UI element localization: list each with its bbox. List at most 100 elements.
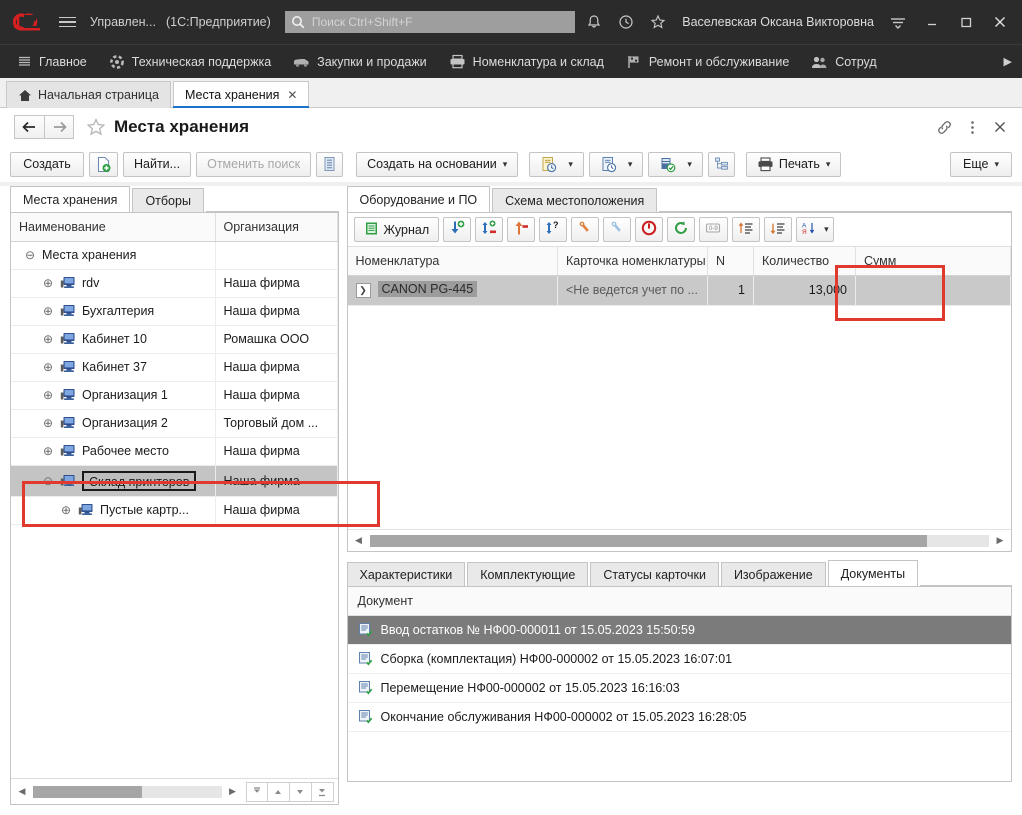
- cell-name[interactable]: ⊕rdv: [11, 269, 215, 297]
- list-item[interactable]: Сборка (комплектация) НФ00-000002 от 15.…: [348, 644, 1012, 673]
- report-export-button[interactable]: ▾: [648, 152, 703, 177]
- tab-storage-locations-list[interactable]: Места хранения: [10, 186, 130, 212]
- table-row[interactable]: ❯CANON PG-445<Не ведется учет по ...113,…: [348, 275, 1011, 305]
- next-record-button[interactable]: [290, 782, 312, 802]
- receive-in-button[interactable]: [443, 217, 471, 242]
- column-header-organization[interactable]: Организация: [215, 213, 337, 241]
- stop-button[interactable]: [635, 217, 663, 242]
- cell-organization[interactable]: Наша фирма: [215, 269, 337, 297]
- tab-close-icon[interactable]: ✕: [287, 88, 297, 102]
- forward-button[interactable]: [44, 115, 74, 139]
- row-expander-icon[interactable]: ⊕: [41, 360, 55, 374]
- cell-organization[interactable]: Наша фирма: [215, 496, 337, 524]
- cell-organization[interactable]: Наша фирма: [215, 465, 337, 496]
- tab-equipment-and-software[interactable]: Оборудование и ПО: [347, 186, 491, 212]
- menu-item-purchases-sales[interactable]: Закупки и продажи: [282, 45, 438, 79]
- table-row[interactable]: ⊕Организация 2Торговый дом ...: [11, 409, 337, 437]
- cell-organization[interactable]: Наша фирма: [215, 353, 337, 381]
- column-header-quantity[interactable]: Количество: [754, 247, 856, 275]
- cell-name[interactable]: ⊕Организация 1: [11, 381, 215, 409]
- row-expander-icon[interactable]: ❯: [356, 283, 371, 298]
- cell-document[interactable]: Сборка (комплектация) НФ00-000002 от 15.…: [348, 644, 1012, 673]
- repair-button[interactable]: [603, 217, 631, 242]
- cell-organization[interactable]: Торговый дом ...: [215, 409, 337, 437]
- 1c-logo-icon[interactable]: 1: [12, 11, 46, 33]
- issue-out-button[interactable]: [507, 217, 535, 242]
- column-header-card[interactable]: Карточка номенклатуры: [558, 247, 708, 275]
- repair-start-button[interactable]: [571, 217, 599, 242]
- global-search-box[interactable]: [285, 11, 575, 33]
- cell-organization[interactable]: Наша фирма: [215, 381, 337, 409]
- hierarchy-button[interactable]: [708, 152, 735, 177]
- back-button[interactable]: [14, 115, 44, 139]
- menu-lines-icon[interactable]: [884, 8, 912, 36]
- tab-documents[interactable]: Документы: [828, 560, 918, 586]
- tab-storage-locations[interactable]: Места хранения ✕: [173, 81, 310, 108]
- cell-name[interactable]: ⊕Пустые картр...: [11, 496, 215, 524]
- cell-name[interactable]: ⊖Места хранения: [11, 241, 215, 269]
- documents-box[interactable]: Документ Ввод остатков № НФ00-000011 от …: [347, 586, 1013, 782]
- list-item[interactable]: Ввод остатков № НФ00-000011 от 15.05.202…: [348, 615, 1012, 644]
- journal-button[interactable]: Журнал: [354, 217, 440, 242]
- tab-filters[interactable]: Отборы: [132, 188, 204, 212]
- favorites-star-icon[interactable]: [644, 8, 672, 36]
- first-record-button[interactable]: [246, 782, 268, 802]
- cancel-find-button[interactable]: Отменить поиск: [196, 152, 311, 177]
- row-expander-icon[interactable]: ⊖: [23, 248, 37, 262]
- column-header-sum[interactable]: Сумм: [856, 247, 1011, 275]
- column-header-document[interactable]: Документ: [348, 587, 1012, 615]
- report-history-button[interactable]: ▾: [589, 152, 644, 177]
- last-record-button[interactable]: [312, 782, 334, 802]
- table-row[interactable]: ⊕БухгалтерияНаша фирма: [11, 297, 337, 325]
- create-based-on-button[interactable]: Создать на основании ▾: [356, 152, 518, 177]
- tab-card-statuses[interactable]: Статусы карточки: [590, 562, 719, 586]
- cell-name[interactable]: ⊖ Склад принтеров: [11, 465, 215, 496]
- create-group-button[interactable]: [89, 152, 118, 177]
- print-button[interactable]: Печать ▾: [746, 152, 841, 177]
- more-button[interactable]: Еще ▾: [950, 152, 1012, 177]
- menu-item-repair-service[interactable]: Ремонт и обслуживание: [615, 45, 800, 79]
- row-expander-icon[interactable]: ⊕: [41, 444, 55, 458]
- equipment-table-area[interactable]: Номенклатура Карточка номенклатуры N Кол…: [348, 247, 1012, 529]
- table-row[interactable]: ⊕Организация 1Наша фирма: [11, 381, 337, 409]
- row-expander-icon[interactable]: ⊕: [41, 388, 55, 402]
- sort-up-button[interactable]: [732, 217, 760, 242]
- row-expander-icon[interactable]: ⊕: [41, 304, 55, 318]
- cell-document[interactable]: Ввод остатков № НФ00-000011 от 15.05.202…: [348, 615, 1012, 644]
- cell-n[interactable]: 1: [708, 275, 754, 305]
- tab-home-page[interactable]: Начальная страница: [6, 81, 171, 108]
- kebab-menu-icon[interactable]: [958, 113, 986, 141]
- cell-document[interactable]: Окончание обслуживания НФ00-000002 от 15…: [348, 702, 1012, 731]
- cell-organization[interactable]: Ромашка ООО: [215, 325, 337, 353]
- table-row[interactable]: ⊕Кабинет 10Ромашка ОООА: [11, 325, 337, 353]
- table-row[interactable]: ⊖ Склад принтеров Наша фирма: [11, 465, 337, 496]
- cell-organization[interactable]: [215, 241, 337, 269]
- column-header-name[interactable]: Наименование: [11, 213, 215, 241]
- table-row[interactable]: ⊕rdvНаша фирма: [11, 269, 337, 297]
- table-row[interactable]: ⊕Рабочее местоНаша фирма: [11, 437, 337, 465]
- bell-icon[interactable]: [580, 8, 608, 36]
- link-icon[interactable]: [930, 113, 958, 141]
- scroll-left-arrow-icon[interactable]: ◀: [15, 785, 29, 799]
- column-header-nomenclature[interactable]: Номенклатура: [348, 247, 558, 275]
- table-row[interactable]: ⊖Места хранения: [11, 241, 337, 269]
- inline-edit-field[interactable]: Склад принтеров: [82, 471, 196, 491]
- cell-name[interactable]: ⊕Организация 2: [11, 409, 215, 437]
- menu-item-employees[interactable]: Сотруд: [800, 45, 887, 79]
- list-item[interactable]: Перемещение НФ00-000002 от 15.05.2023 16…: [348, 673, 1012, 702]
- sort-az-button[interactable]: АЯ ▾: [796, 217, 834, 242]
- prev-record-button[interactable]: [268, 782, 290, 802]
- cell-card[interactable]: <Не ведется учет по ...: [558, 275, 708, 305]
- unknown-move-button[interactable]: ?: [539, 217, 567, 242]
- menu-item-nomenclature-warehouse[interactable]: Номенклатура и склад: [438, 45, 615, 79]
- row-expander-icon[interactable]: ⊖: [41, 474, 55, 488]
- window-close-button[interactable]: [984, 8, 1016, 36]
- sort-down-button[interactable]: [764, 217, 792, 242]
- equipment-horizontal-scrollbar[interactable]: [370, 535, 990, 547]
- cell-organization[interactable]: Наша фирма: [215, 437, 337, 465]
- tree-horizontal-scrollbar[interactable]: [33, 786, 222, 798]
- scroll-left-arrow-icon[interactable]: ◀: [352, 534, 366, 548]
- history-icon[interactable]: [612, 8, 640, 36]
- cell-quantity[interactable]: 13,000: [754, 275, 856, 305]
- tab-image[interactable]: Изображение: [721, 562, 826, 586]
